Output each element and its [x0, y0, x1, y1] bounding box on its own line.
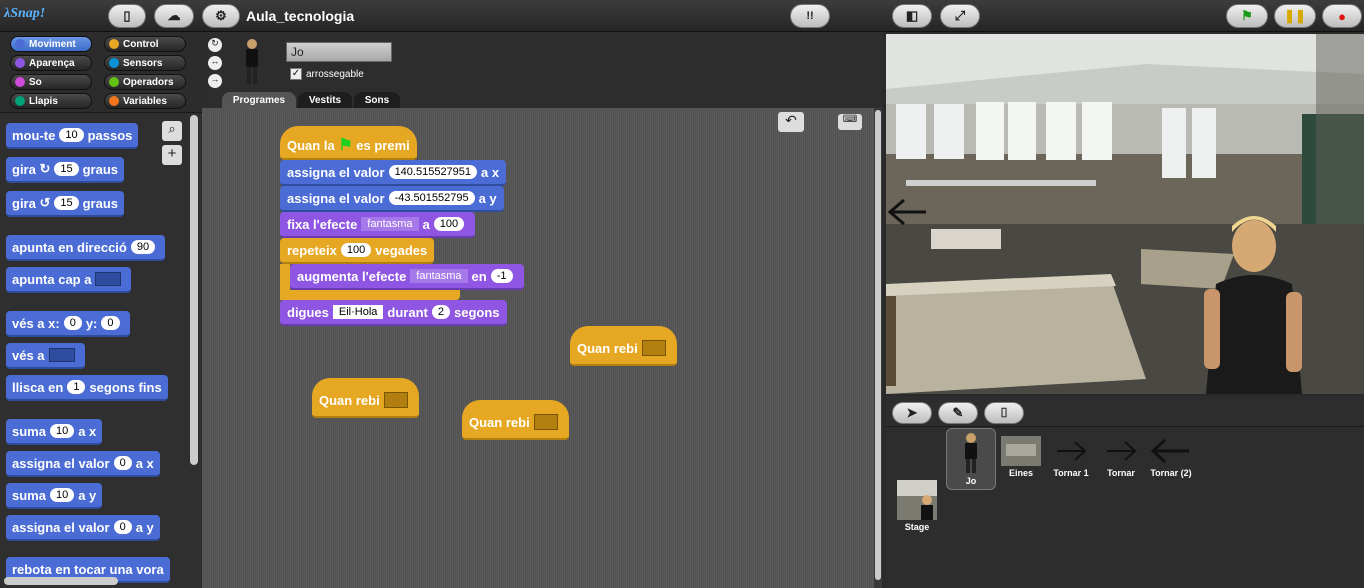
category-variables[interactable]: Variables — [104, 93, 186, 109]
stage-icon[interactable]: Stage — [892, 480, 942, 532]
block-set-y[interactable]: assigna el valor 0 a y — [6, 515, 160, 541]
draggable-checkbox[interactable]: ✓ — [290, 68, 302, 80]
category-moviment[interactable]: Moviment — [10, 36, 92, 52]
green-flag-button[interactable]: ⚑ — [1226, 4, 1268, 28]
paint-brush-icon[interactable]: ✎ — [938, 402, 978, 424]
pause-button[interactable]: ❚❚ — [1274, 4, 1316, 28]
category-sensors[interactable]: Sensors — [104, 55, 186, 71]
stop-button[interactable]: ● — [1322, 4, 1362, 28]
draggable-label: arrossegable — [306, 69, 364, 80]
script-when-receive-1[interactable]: Quan rebi — [570, 326, 677, 366]
stage-scale-icon[interactable]: !! — [790, 4, 830, 28]
block-turn-ccw[interactable]: gira ↺ 15 graus — [6, 191, 125, 217]
normal-stage-icon[interactable]: ◧ — [892, 4, 932, 28]
turtle-arrow-icon[interactable]: ➤ — [892, 402, 932, 424]
block-set-x[interactable]: assigna el valor 0 a x — [6, 451, 160, 477]
repeat-bottom — [280, 290, 460, 300]
undo-icon[interactable]: ↶ — [778, 112, 804, 132]
block-goto-xy[interactable]: vés a x: 0 y: 0 — [6, 311, 130, 337]
script-say[interactable]: digues Eil·Hola durant 2 segons — [280, 300, 507, 326]
category-control[interactable]: Control — [104, 36, 186, 52]
block-turn-cw[interactable]: gira ↻ 15 graus — [6, 157, 125, 183]
search-icon[interactable]: ⌕ — [162, 121, 182, 141]
block-change-x[interactable]: suma 10 a x — [6, 419, 103, 445]
project-title: Aula_tecnologia — [246, 8, 355, 24]
keyboard-icon[interactable]: ⌨ — [838, 114, 862, 130]
green-flag-icon: ⚑ — [338, 137, 353, 154]
category-aparenca[interactable]: Aparença — [10, 55, 92, 71]
file-icon[interactable]: ▯ — [108, 4, 146, 28]
snap-logo[interactable]: λSnap! — [4, 6, 45, 22]
stage[interactable] — [886, 34, 1364, 394]
script-set-x[interactable]: assigna el valor 140.515527951 a x — [280, 160, 507, 186]
block-goto[interactable]: vés a — [6, 343, 85, 369]
category-operadors[interactable]: Operadors — [104, 74, 186, 90]
script-when-receive-2[interactable]: Quan rebi — [312, 378, 419, 418]
top-bar: λSnap! ▯ ☁ ⚙ Aula_tecnologia !! ◧ ⤢ ⚑ ❚❚… — [0, 0, 1364, 32]
palette-hscrollbar[interactable] — [4, 577, 118, 585]
sprite-item-eines[interactable]: Eines — [996, 436, 1046, 478]
scripts-scrollbar[interactable] — [874, 108, 882, 588]
script-hat-green-flag[interactable]: Quan la ⚑ es premi — [280, 126, 417, 160]
cloud-icon[interactable]: ☁ — [154, 4, 194, 28]
sprite-item-jo[interactable]: Jo — [946, 428, 996, 490]
block-glide[interactable]: llisca en 1 segons fins — [6, 375, 168, 401]
sprite-item-tornar-1[interactable]: Tornar 1 — [1046, 436, 1096, 478]
block-point-direction[interactable]: apunta en direcció 90 — [6, 235, 166, 261]
scripts-area[interactable]: ↶ ⌨ Quan la ⚑ es premi assigna el valor 1… — [202, 108, 882, 588]
script-set-effect[interactable]: fixa l'efecte fantasma a 100 — [280, 212, 476, 238]
settings-gear-icon[interactable]: ⚙ — [202, 4, 240, 28]
sprite-name-input[interactable]: Jo — [286, 42, 392, 62]
block-change-y[interactable]: suma 10 a y — [6, 483, 103, 509]
block-palette: mou-te 10 passos ⌕ + gira ↻ 15 graus gira ↺ 1… — [0, 112, 202, 588]
block-point-towards[interactable]: apunta cap a — [6, 267, 132, 293]
no-rotate-icon[interactable]: → — [208, 74, 222, 88]
fullscreen-icon[interactable]: ⤢ — [940, 4, 980, 28]
script-set-y[interactable]: assigna el valor -43.501552795 a y — [280, 186, 504, 212]
sprite-corral: ➤ ✎ ⌷ Jo Eines Tornar 1 Tornar Tornar (2… — [886, 396, 1364, 588]
add-icon[interactable]: + — [162, 145, 182, 165]
flip-icon[interactable]: ↔ — [208, 56, 222, 70]
script-repeat[interactable]: repeteix 100 vegades — [280, 238, 435, 264]
palette-scrollbar[interactable] — [190, 115, 198, 465]
category-so[interactable]: So — [10, 74, 92, 90]
block-move[interactable]: mou-te 10 passos — [6, 123, 139, 149]
category-llapis[interactable]: Llapis — [10, 93, 92, 109]
script-when-receive-3[interactable]: Quan rebi — [462, 400, 569, 440]
sprite-thumbnail — [246, 39, 258, 84]
script-change-effect[interactable]: augmenta l'efecte fantasma en -1 — [290, 264, 524, 290]
sprite-item-tornar[interactable]: Tornar — [1096, 436, 1146, 478]
rotate-icon[interactable]: ↻ — [208, 38, 222, 52]
camera-icon[interactable]: ⌷ — [984, 402, 1024, 424]
sprite-item-tornar-2[interactable]: Tornar (2) — [1146, 436, 1196, 478]
